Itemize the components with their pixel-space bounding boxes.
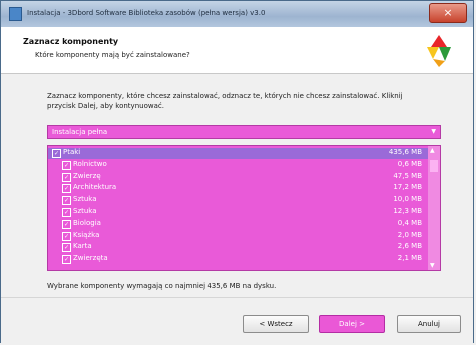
components-scrollbar[interactable]: ▲ ▼ xyxy=(428,146,440,270)
component-row[interactable]: ✓ Książka 2,0 MB xyxy=(48,231,428,242)
component-row[interactable]: ✓ Karta 2,6 MB xyxy=(48,242,428,253)
scroll-down-icon[interactable]: ▼ xyxy=(430,262,435,269)
component-checkbox[interactable]: ✓ xyxy=(52,149,61,158)
component-row[interactable]: ✓ Zwierzę 47,5 MB xyxy=(48,172,428,183)
back-button[interactable]: < Wstecz xyxy=(243,315,309,333)
components-tree[interactable]: ✓ Ptaki 435,6 MB ✓ Rolnictwo 0,6 MB ✓ Zwierzę 47… xyxy=(47,145,441,271)
component-label: Ptaki xyxy=(63,148,81,156)
component-checkbox[interactable]: ✓ xyxy=(62,219,71,229)
component-checkbox[interactable]: ✓ xyxy=(62,184,71,194)
component-label: Architektura xyxy=(73,183,117,192)
chevron-down-icon[interactable]: ▼ xyxy=(431,128,436,135)
installer-logo-icon xyxy=(427,35,451,67)
window-title: Instalacja - 3Dbord Software Biblioteka … xyxy=(27,9,266,17)
page-title: Zaznacz komponenty xyxy=(23,37,119,46)
title-bar[interactable]: Instalacja - 3Dbord Software Biblioteka … xyxy=(1,1,473,27)
component-label: Karta xyxy=(73,242,92,251)
wizard-footer: < Wstecz Dalej > Anuluj xyxy=(1,297,473,345)
page-subtitle: Które komponenty mają być zainstalowane? xyxy=(35,51,190,59)
component-label: Zwierzę xyxy=(73,171,101,180)
component-size: 10,0 MB xyxy=(393,195,422,204)
component-label: Rolnictwo xyxy=(73,159,107,168)
component-row[interactable]: ✓ Zwierzęta 2,1 MB xyxy=(48,254,428,265)
component-size: 17,2 MB xyxy=(393,183,422,192)
component-size: 47,5 MB xyxy=(393,171,422,180)
component-label: Książka xyxy=(73,230,100,239)
installer-window: Instalacja - 3Dbord Software Biblioteka … xyxy=(0,0,474,345)
component-checkbox[interactable]: ✓ xyxy=(62,196,71,206)
component-checkbox[interactable]: ✓ xyxy=(62,208,71,217)
component-row[interactable]: ✓ Sztuka 12,3 MB xyxy=(48,207,428,218)
component-checkbox[interactable]: ✓ xyxy=(62,231,71,241)
component-size: 12,3 MB xyxy=(393,207,422,215)
installation-type-value: Instalacja pełna xyxy=(52,128,108,136)
component-row[interactable]: ✓ Rolnictwo 0,6 MB xyxy=(48,160,428,171)
component-row[interactable]: ✓ Ptaki 435,6 MB xyxy=(48,148,428,159)
installation-type-select[interactable]: Instalacja pełna ▼ xyxy=(47,125,441,139)
space-required-text: Wybrane komponenty wymagają co najmniej … xyxy=(47,282,277,290)
close-button[interactable]: × xyxy=(429,3,467,23)
component-size: 0,6 MB xyxy=(397,159,422,168)
next-button[interactable]: Dalej > xyxy=(319,315,385,333)
component-checkbox[interactable]: ✓ xyxy=(62,172,71,182)
component-checkbox[interactable]: ✓ xyxy=(62,160,71,170)
cancel-button[interactable]: Anuluj xyxy=(397,315,461,333)
wizard-header: Zaznacz komponenty Które komponenty mają… xyxy=(1,27,473,74)
component-size: 2,6 MB xyxy=(397,242,422,251)
scroll-up-icon[interactable]: ▲ xyxy=(430,147,435,154)
component-checkbox[interactable]: ✓ xyxy=(62,255,71,265)
scrollbar-thumb[interactable] xyxy=(430,160,438,172)
component-row[interactable]: ✓ Architektura 17,2 MB xyxy=(48,183,428,194)
component-row[interactable]: ✓ Sztuka 10,0 MB xyxy=(48,195,428,206)
component-label: Biologia xyxy=(73,218,101,227)
component-size: 2,1 MB xyxy=(397,254,422,263)
component-label: Zwierzęta xyxy=(73,254,108,263)
instructions-text: Zaznacz komponenty, które chcesz zainsta… xyxy=(47,92,403,110)
component-checkbox[interactable]: ✓ xyxy=(62,243,71,253)
component-label: Sztuka xyxy=(73,207,97,215)
installer-icon xyxy=(9,7,22,21)
component-size: 435,6 MB xyxy=(388,148,422,156)
component-size: 0,4 MB xyxy=(397,218,422,227)
component-label: Sztuka xyxy=(73,195,97,204)
component-row[interactable]: ✓ Biologia 0,4 MB xyxy=(48,219,428,230)
component-size: 2,0 MB xyxy=(397,230,422,239)
